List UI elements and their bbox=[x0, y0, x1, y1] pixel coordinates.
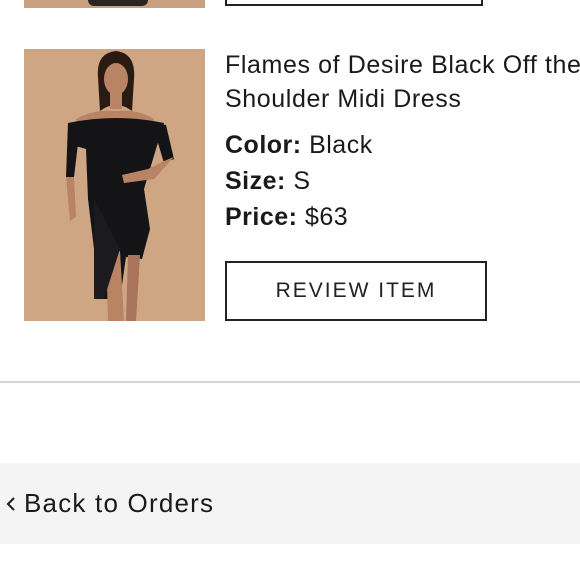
review-item-button[interactable]: REVIEW ITEM bbox=[225, 261, 487, 321]
color-label: Color: bbox=[225, 131, 302, 159]
product-image[interactable] bbox=[24, 49, 205, 321]
back-to-orders-label: Back to Orders bbox=[24, 488, 215, 518]
product-title: Flames of Desire Black Off the Shoulder … bbox=[225, 51, 580, 113]
price-label: Price: bbox=[225, 203, 298, 231]
previous-item-image-detail bbox=[88, 0, 148, 6]
size-row: Size: S bbox=[225, 166, 311, 196]
color-value: Black bbox=[309, 131, 373, 159]
chevron-left-icon bbox=[4, 494, 18, 514]
back-to-orders-link[interactable]: Back to Orders bbox=[0, 463, 580, 544]
size-value: S bbox=[293, 167, 311, 195]
size-label: Size: bbox=[225, 167, 286, 195]
dress-model-illustration bbox=[24, 49, 205, 321]
price-row: Price: $63 bbox=[225, 202, 348, 232]
section-divider bbox=[0, 381, 580, 383]
previous-item-image bbox=[24, 0, 205, 8]
price-value: $63 bbox=[304, 203, 349, 231]
color-row: Color: Black bbox=[225, 130, 373, 160]
previous-review-item-button[interactable] bbox=[225, 0, 483, 6]
